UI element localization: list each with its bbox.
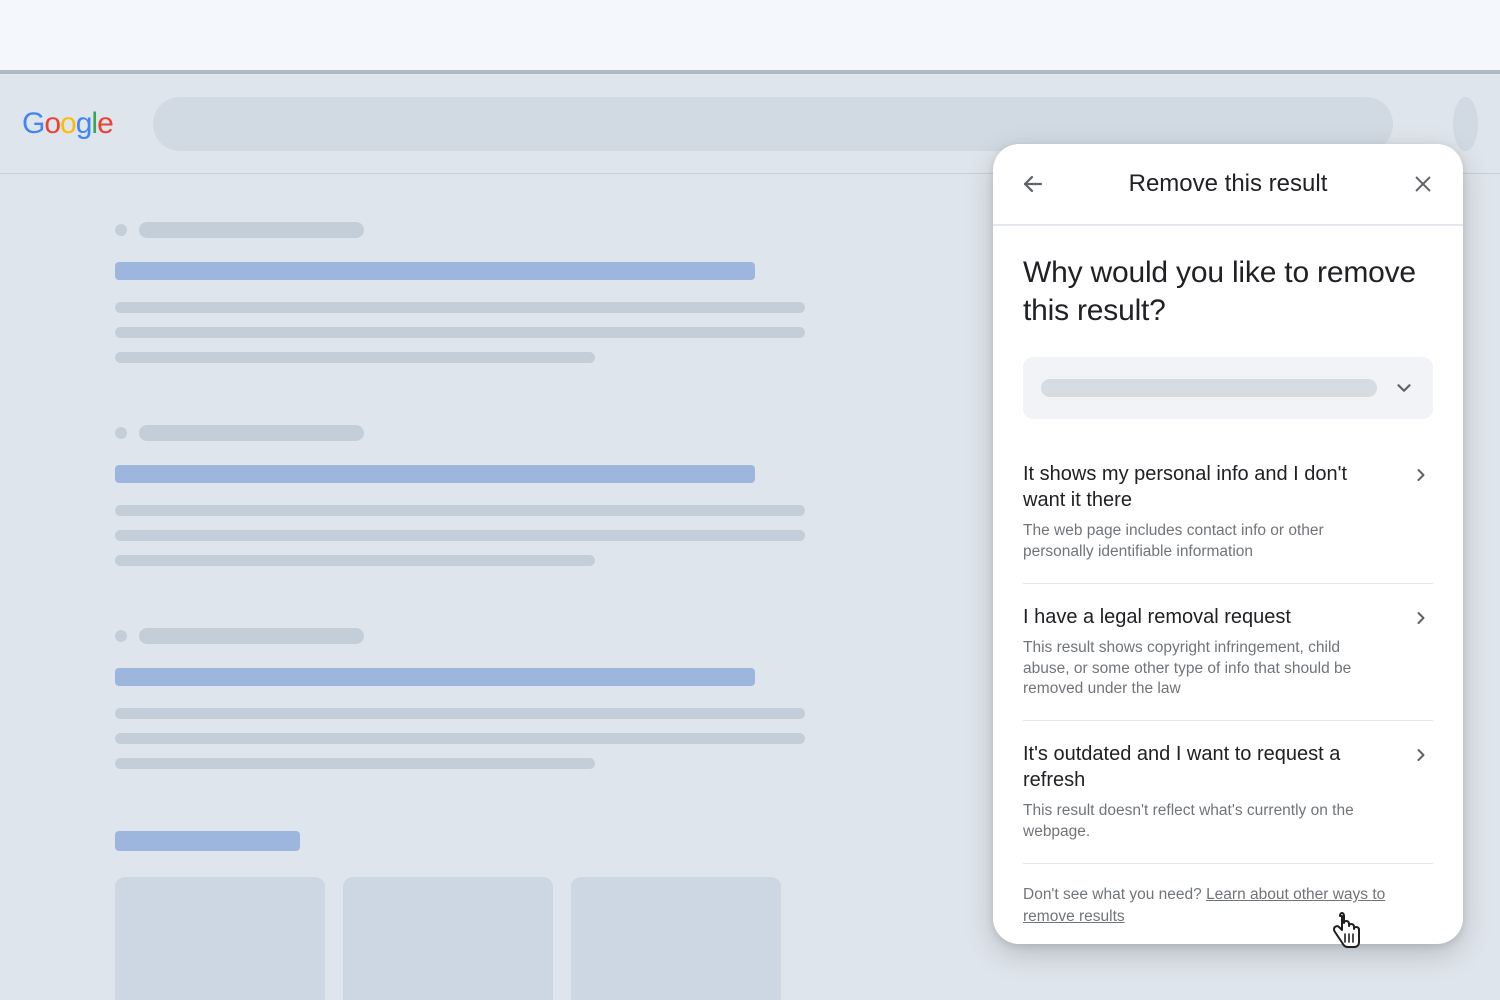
reason-dropdown[interactable] bbox=[1023, 357, 1433, 419]
snippet-line bbox=[115, 352, 595, 363]
search-input[interactable] bbox=[153, 97, 1393, 151]
panel-header: Remove this result bbox=[993, 144, 1463, 226]
chevron-right-icon bbox=[1411, 741, 1433, 843]
search-results bbox=[0, 174, 900, 1000]
account-avatar[interactable] bbox=[1453, 97, 1478, 151]
reason-option-outdated[interactable]: It's outdated and I want to request a re… bbox=[1023, 721, 1433, 864]
google-logo[interactable]: Google bbox=[22, 107, 113, 141]
snippet-line bbox=[115, 530, 805, 541]
chevron-right-icon bbox=[1411, 604, 1433, 701]
search-result bbox=[115, 831, 900, 1000]
result-source bbox=[115, 425, 900, 441]
dropdown-value-placeholder bbox=[1041, 379, 1377, 397]
option-desc: This result doesn't reflect what's curre… bbox=[1023, 801, 1397, 843]
url-placeholder bbox=[139, 425, 364, 441]
snippet-line bbox=[115, 505, 805, 516]
result-title-placeholder[interactable] bbox=[115, 465, 755, 483]
result-source bbox=[115, 222, 900, 238]
snippet-line bbox=[115, 302, 805, 313]
option-desc: This result shows copyright infringement… bbox=[1023, 638, 1397, 701]
search-result bbox=[115, 222, 900, 363]
favicon-placeholder bbox=[115, 427, 127, 439]
snippet-line bbox=[115, 758, 595, 769]
rich-card[interactable] bbox=[115, 877, 325, 1000]
result-title-placeholder[interactable] bbox=[115, 668, 755, 686]
option-title: I have a legal removal request bbox=[1023, 604, 1397, 630]
chevron-right-icon bbox=[1411, 461, 1433, 563]
snippet-line bbox=[115, 555, 595, 566]
url-placeholder bbox=[139, 222, 364, 238]
browser-chrome-top bbox=[0, 0, 1500, 74]
logo-letter: g bbox=[76, 107, 92, 140]
reason-option-personal-info[interactable]: It shows my personal info and I don't wa… bbox=[1023, 441, 1433, 584]
search-result bbox=[115, 628, 900, 769]
panel-footer: Don't see what you need? Learn about oth… bbox=[1023, 864, 1433, 927]
close-button[interactable] bbox=[1409, 170, 1437, 198]
chevron-down-icon bbox=[1393, 377, 1415, 399]
rich-card[interactable] bbox=[571, 877, 781, 1000]
search-result bbox=[115, 425, 900, 566]
panel-title: Remove this result bbox=[1047, 170, 1409, 198]
favicon-placeholder bbox=[115, 630, 127, 642]
option-title: It shows my personal info and I don't wa… bbox=[1023, 461, 1397, 513]
reason-option-legal[interactable]: I have a legal removal request This resu… bbox=[1023, 584, 1433, 722]
logo-letter: o bbox=[44, 107, 60, 140]
option-title: It's outdated and I want to request a re… bbox=[1023, 741, 1397, 793]
panel-question: Why would you like to remove this result… bbox=[1023, 254, 1433, 331]
remove-result-panel: Remove this result Why would you like to… bbox=[993, 144, 1463, 944]
panel-body: Why would you like to remove this result… bbox=[993, 226, 1463, 928]
rich-card[interactable] bbox=[343, 877, 553, 1000]
result-title-placeholder[interactable] bbox=[115, 262, 755, 280]
url-placeholder bbox=[139, 628, 364, 644]
snippet-line bbox=[115, 733, 805, 744]
option-desc: The web page includes contact info or ot… bbox=[1023, 521, 1397, 563]
arrow-left-icon bbox=[1021, 172, 1045, 196]
footer-prefix: Don't see what you need? bbox=[1023, 886, 1206, 903]
rich-card-row bbox=[115, 877, 900, 1000]
favicon-placeholder bbox=[115, 224, 127, 236]
logo-letter: e bbox=[97, 107, 113, 140]
close-icon bbox=[1412, 173, 1434, 195]
result-source bbox=[115, 628, 900, 644]
back-button[interactable] bbox=[1019, 170, 1047, 198]
section-heading-placeholder bbox=[115, 831, 300, 851]
snippet-line bbox=[115, 327, 805, 338]
page: Google bbox=[0, 74, 1500, 1000]
logo-letter: G bbox=[22, 107, 44, 140]
snippet-line bbox=[115, 708, 805, 719]
logo-letter: o bbox=[60, 107, 76, 140]
